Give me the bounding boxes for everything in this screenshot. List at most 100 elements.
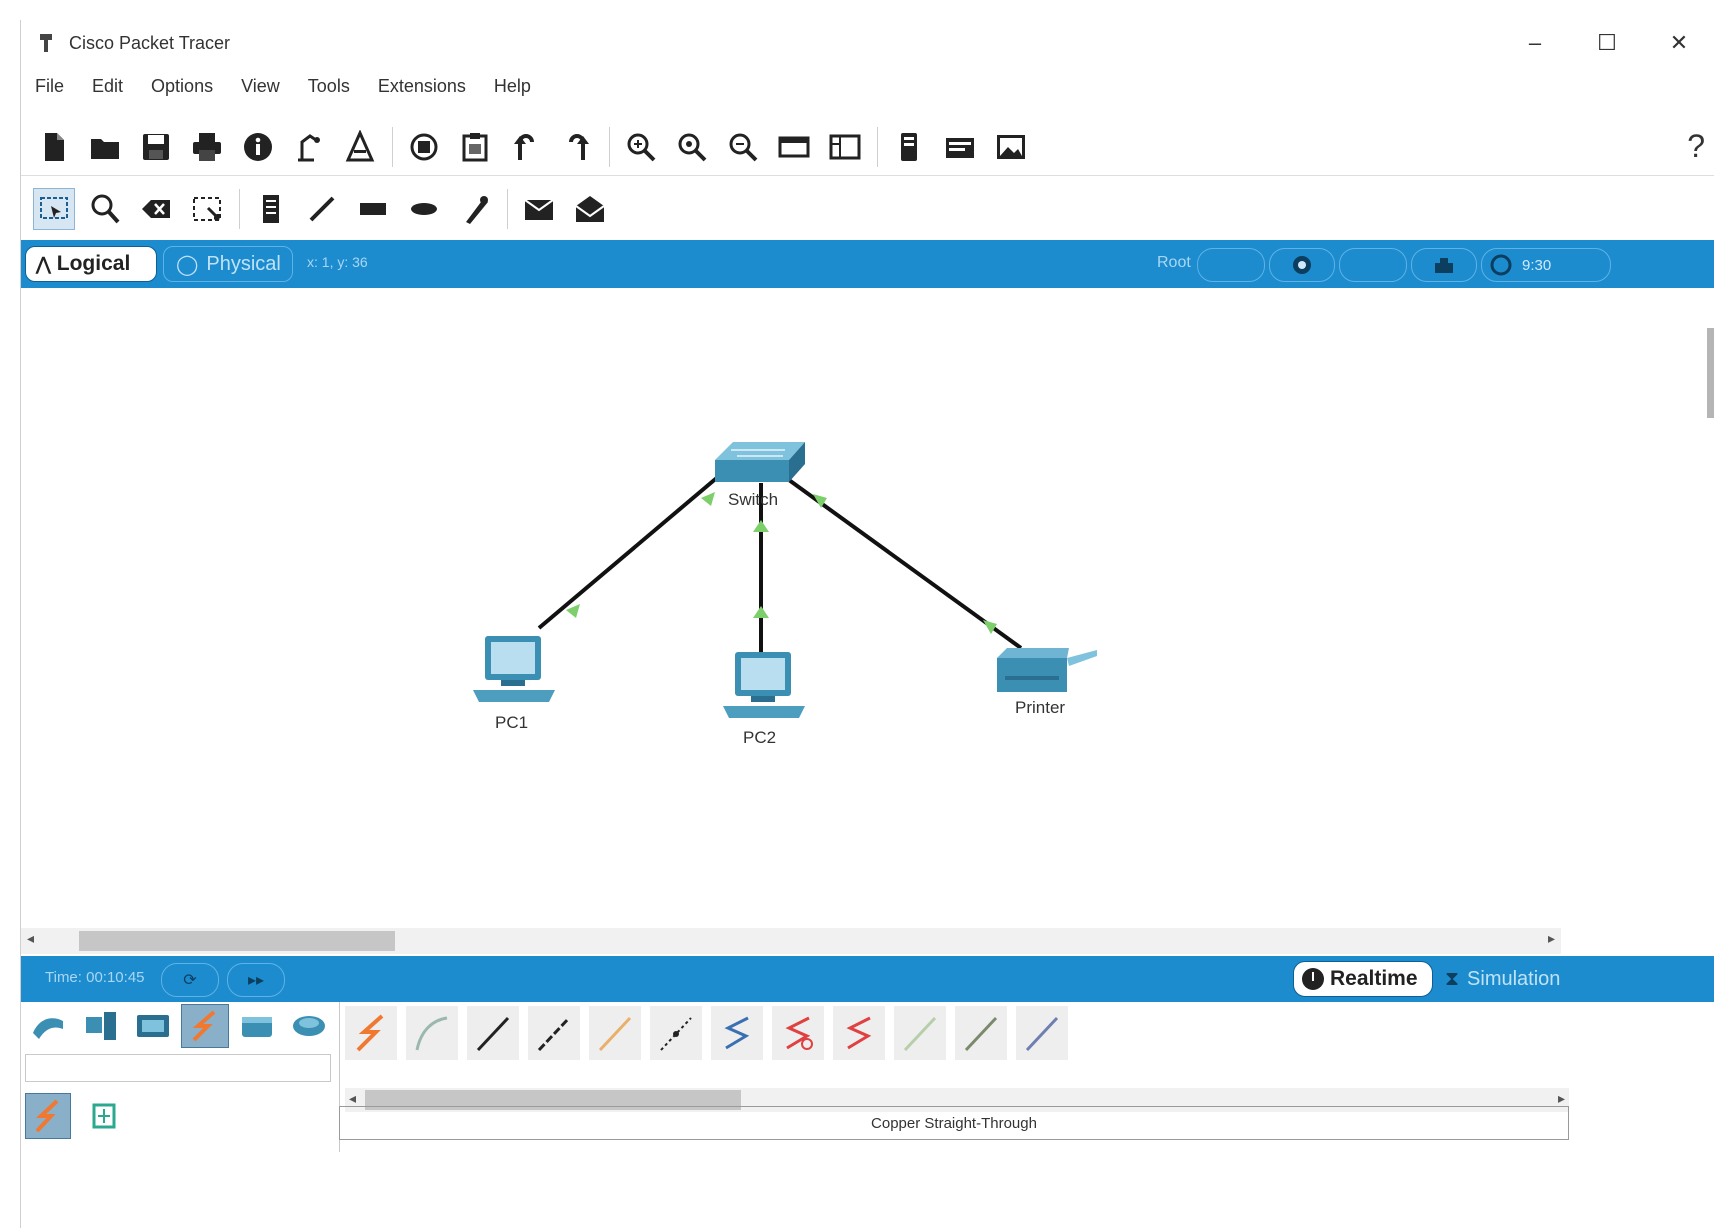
menu-tools[interactable]: Tools (308, 76, 350, 97)
octal-cable-icon[interactable] (894, 1006, 946, 1060)
note-icon[interactable] (250, 188, 292, 230)
scroll-right-icon[interactable]: ▸ (1558, 1090, 1565, 1107)
menu-edit[interactable]: Edit (92, 76, 123, 97)
tab-physical[interactable]: ◯ Physical (163, 246, 293, 282)
menu-extensions[interactable]: Extensions (378, 76, 466, 97)
device-subcategories (25, 1086, 339, 1146)
new-file-icon[interactable] (33, 126, 75, 168)
pc2-device[interactable] (723, 652, 805, 718)
serial-dce-icon[interactable] (772, 1006, 824, 1060)
scroll-left-icon[interactable]: ◂ (349, 1090, 356, 1107)
connections-icon[interactable] (181, 1004, 229, 1048)
canvas-horizontal-scrollbar[interactable]: ◂ ▸ (21, 928, 1561, 954)
copper-cross-over-icon[interactable] (528, 1006, 580, 1060)
maximize-button[interactable]: ☐ (1571, 20, 1643, 66)
open-folder-icon[interactable] (84, 126, 126, 168)
new-cluster-pill[interactable] (1339, 248, 1407, 282)
serial-dte-icon[interactable] (833, 1006, 885, 1060)
inspect-icon[interactable] (84, 188, 126, 230)
resize-icon[interactable] (186, 188, 228, 230)
pdu-icon[interactable] (939, 126, 981, 168)
link-switch-printer[interactable] (787, 478, 1023, 650)
device-categories (25, 1004, 337, 1048)
iot-custom-cable-icon[interactable] (955, 1006, 1007, 1060)
simulation-mode-button[interactable]: ⧗ Simulation (1445, 964, 1560, 994)
misc-icon[interactable] (233, 1004, 281, 1048)
select-icon[interactable] (33, 188, 75, 230)
multiuser-icon[interactable] (285, 1004, 333, 1048)
image-icon[interactable] (990, 126, 1032, 168)
switch-device[interactable] (715, 442, 805, 482)
vertical-scroll-thumb[interactable] (1707, 328, 1714, 418)
save-icon[interactable] (135, 126, 177, 168)
toolbar-separator (877, 126, 878, 167)
logical-workspace-canvas[interactable]: Switch PC1 PC2 Printer (21, 288, 1714, 928)
zoom-out-icon[interactable] (722, 126, 764, 168)
environment-icon[interactable]: 9:30 (1481, 248, 1611, 282)
canvas-vertical-scrollbar[interactable] (1707, 288, 1714, 928)
redo-icon[interactable] (556, 126, 598, 168)
menu-view[interactable]: View (241, 76, 280, 97)
connections-subcat-icon[interactable] (25, 1093, 71, 1139)
link-status-light (983, 620, 997, 634)
simulation-time: Time: 00:10:45 (45, 969, 145, 986)
link-switch-pc1[interactable] (537, 474, 721, 630)
end-devices-icon[interactable] (77, 1004, 125, 1048)
console-cable-icon[interactable] (406, 1006, 458, 1060)
add-simple-pdu-icon[interactable] (518, 188, 560, 230)
scroll-right-icon[interactable]: ▸ (1548, 930, 1555, 947)
copper-straight-through-icon[interactable] (467, 1006, 519, 1060)
automatic-cable-icon[interactable] (345, 1006, 397, 1060)
fast-forward-icon: ▸▸ (247, 972, 265, 989)
link-status-light (753, 520, 769, 532)
tab-logical[interactable]: ⋀ Logical (25, 246, 157, 282)
delete-icon[interactable] (135, 188, 177, 230)
custom-device-icon[interactable] (824, 126, 866, 168)
draw-line-icon[interactable] (301, 188, 343, 230)
viewport-icon[interactable] (1269, 248, 1335, 282)
draw-ellipse-icon[interactable] (403, 188, 445, 230)
device-label-pc2: PC2 (743, 728, 777, 747)
window-controls: – ☐ ✕ (1499, 20, 1714, 66)
printer-device[interactable] (997, 648, 1097, 692)
clock-icon (1302, 968, 1324, 990)
network-devices-icon[interactable] (25, 1004, 73, 1048)
usb-cable-icon[interactable] (1016, 1006, 1068, 1060)
phone-cable-icon[interactable] (650, 1006, 702, 1060)
pc1-device[interactable] (473, 636, 555, 702)
menu-file[interactable]: File (35, 76, 64, 97)
coaxial-cable-icon[interactable] (711, 1006, 763, 1060)
zoom-in-icon[interactable] (620, 126, 662, 168)
root-path-pill[interactable] (1197, 248, 1265, 282)
help-button[interactable]: ? (1687, 128, 1705, 165)
drawing-palette-icon[interactable] (773, 126, 815, 168)
activity-wizard-icon[interactable] (288, 126, 330, 168)
zoom-reset-icon[interactable] (671, 126, 713, 168)
scroll-left-icon[interactable]: ◂ (27, 930, 34, 947)
power-cycle-devices-button[interactable]: ⟳ (161, 963, 219, 997)
draw-rectangle-icon[interactable] (352, 188, 394, 230)
root-label: Root (1157, 254, 1191, 271)
network-info-icon[interactable] (339, 126, 381, 168)
minimize-button[interactable]: – (1499, 20, 1571, 66)
fast-forward-time-button[interactable]: ▸▸ (227, 963, 285, 997)
menu-help[interactable]: Help (494, 76, 531, 97)
menu-options[interactable]: Options (151, 76, 213, 97)
add-complex-pdu-icon[interactable] (569, 188, 611, 230)
window-title: Cisco Packet Tracer (69, 32, 231, 53)
fiber-icon[interactable] (589, 1006, 641, 1060)
close-button[interactable]: ✕ (1643, 20, 1714, 66)
freeform-icon[interactable] (454, 188, 496, 230)
copy-icon[interactable] (403, 126, 445, 168)
info-icon[interactable] (237, 126, 279, 168)
realtime-mode-button[interactable]: Realtime (1293, 961, 1433, 997)
print-icon[interactable] (186, 126, 228, 168)
device-icon[interactable] (888, 126, 930, 168)
components-icon[interactable] (129, 1004, 177, 1048)
cluster-icon[interactable] (1411, 248, 1477, 282)
title-bar: Cisco Packet Tracer – ☐ ✕ (21, 20, 1714, 66)
structured-cabling-icon[interactable] (81, 1093, 127, 1139)
paste-icon[interactable] (454, 126, 496, 168)
horizontal-scroll-thumb[interactable] (79, 931, 395, 951)
undo-icon[interactable] (505, 126, 547, 168)
